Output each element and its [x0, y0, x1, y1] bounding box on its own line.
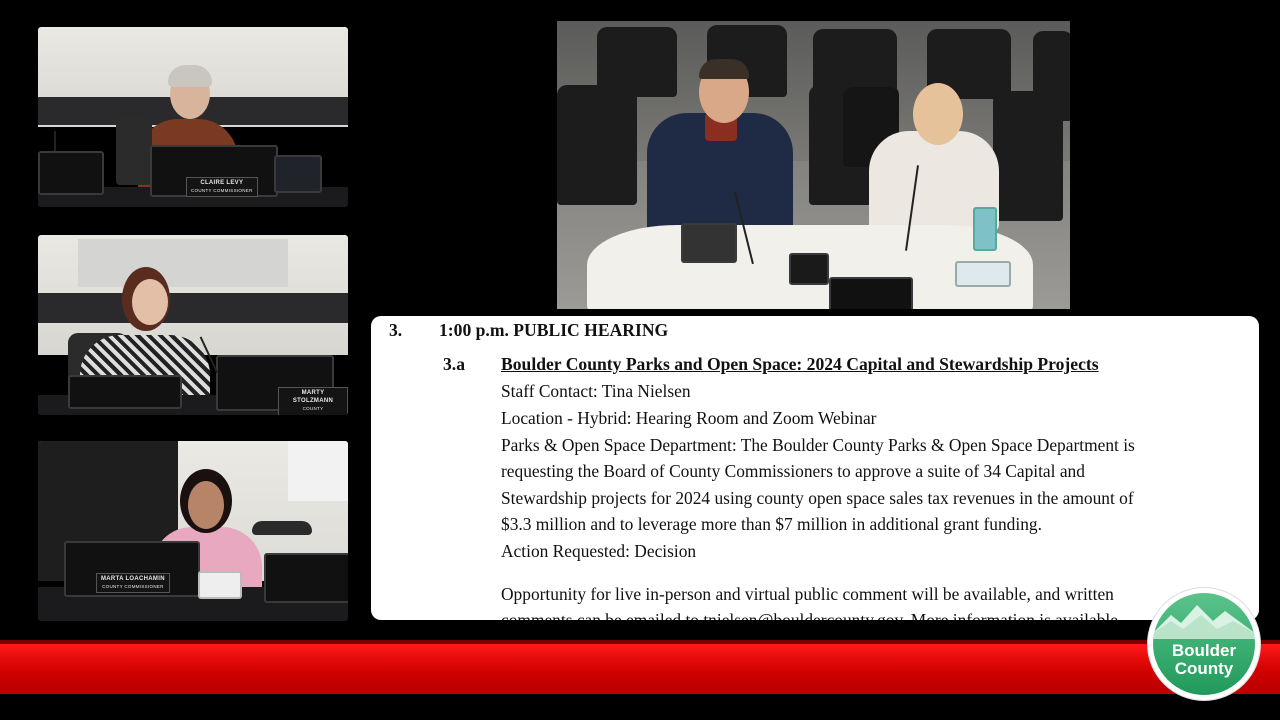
- logo-text-line-2: County: [1174, 659, 1234, 678]
- nameplate: MARTA LOACHAMIN COUNTY COMMISSIONER: [96, 573, 170, 593]
- agenda-item-heading: 1:00 p.m. PUBLIC HEARING: [439, 320, 669, 340]
- video-tile-commissioner-3: MARTA LOACHAMIN COUNTY COMMISSIONER: [38, 441, 348, 621]
- staff-contact-line: Staff Contact: Tina Nielsen: [501, 381, 691, 401]
- agenda-item-number: 3.: [389, 320, 403, 340]
- logo-text-line-1: Boulder: [1171, 641, 1237, 660]
- location-line: Location - Hybrid: Hearing Room and Zoom…: [501, 408, 877, 428]
- action-requested-line: Action Requested: Decision: [501, 541, 697, 561]
- agenda-subitem-title: Boulder County Parks and Open Space: 202…: [501, 354, 1099, 374]
- agenda-document: 3. 1:00 p.m. PUBLIC HEARING 3.a Boulder …: [371, 316, 1259, 620]
- logo-badge: Boulder County: [1153, 593, 1255, 695]
- description-line-2: requesting the Board of County Commissio…: [501, 461, 1085, 481]
- commissioner-title: COUNTY COMMISSIONER: [293, 406, 332, 415]
- comment-line-1: Opportunity for live in-person and virtu…: [501, 584, 1114, 604]
- description-line-4: $3.3 million and to leverage more than $…: [501, 514, 1042, 534]
- commissioner-name: CLAIRE LEVY: [200, 180, 244, 186]
- description-line-3: Stewardship projects for 2024 using coun…: [501, 488, 1134, 508]
- commissioner-title: COUNTY COMMISSIONER: [191, 188, 253, 193]
- video-tile-presenters: [557, 21, 1070, 309]
- agenda-subitem-number: 3.a: [443, 354, 465, 374]
- boulder-county-logo: Boulder County: [1148, 588, 1260, 700]
- nameplate: CLAIRE LEVY COUNTY COMMISSIONER: [186, 177, 258, 197]
- video-tile-commissioner-1: CLAIRE LEVY COUNTY COMMISSIONER: [38, 27, 348, 207]
- mountain-icon: [1153, 605, 1255, 639]
- description-line-1: Parks & Open Space Department: The Bould…: [501, 435, 1135, 455]
- bottom-banner: [0, 644, 1280, 694]
- commissioner-title: COUNTY COMMISSIONER: [102, 584, 164, 589]
- video-tile-commissioner-2: MARTY STOLZMANN COUNTY COMMISSIONER: [38, 235, 348, 415]
- commissioner-name: MARTY STOLZMANN: [292, 390, 334, 404]
- nameplate: MARTY STOLZMANN COUNTY COMMISSIONER: [278, 387, 348, 415]
- comment-line-2: comments can be emailed to tnielsen@boul…: [501, 610, 1118, 620]
- commissioner-name: MARTA LOACHAMIN: [101, 576, 165, 582]
